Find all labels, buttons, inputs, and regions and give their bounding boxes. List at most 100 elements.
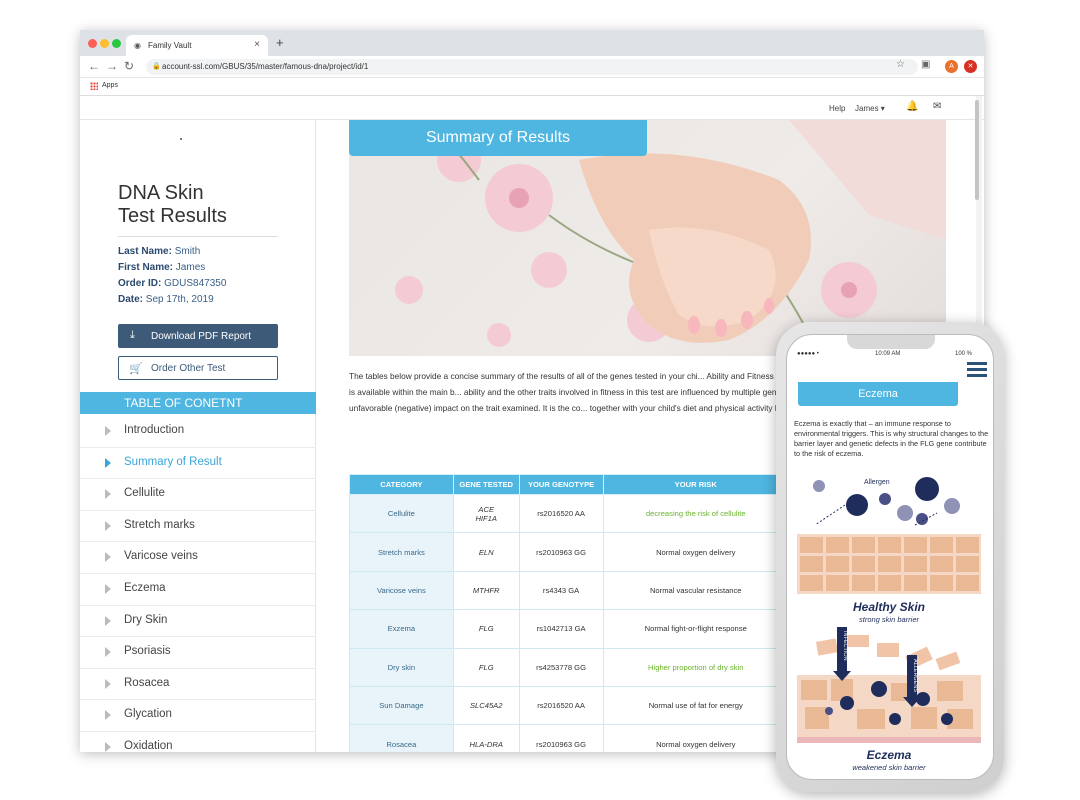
skin-cell [800,575,823,591]
last-name-label: Last Name: [118,246,172,257]
table-row: Cellulite ACE HIF1A rs2016520 AA decreasing… [349,493,789,534]
results-table: CATEGORY GENE TESTED YOUR GENOTYPE YOUR … [349,474,789,752]
apps-grid-icon[interactable] [90,82,98,90]
order-id-value: GDUS847350 [164,278,227,289]
toc-item-label: Introduction [124,424,185,436]
address-bar[interactable]: 🔒 account-ssl.com/GBUS/35/master/famous-… [146,59,918,75]
scroll-thumb[interactable] [975,100,979,200]
tab-bar: ◉ Family Vault × + [80,30,984,56]
bell-icon[interactable]: 🔔 [906,101,918,112]
order-id-row: Order ID: GDUS847350 [118,278,226,289]
caret-right-icon [105,552,111,563]
maximize-window-button[interactable] [112,39,121,48]
risk-cell: Normal fight-or-flight response [602,609,789,649]
mail-icon[interactable]: ✉ [933,101,941,112]
toc-item[interactable]: Cellulite [80,479,316,511]
toc-item[interactable]: Oxidation [80,732,316,752]
table-row: Sun Damage SLC45A2 rs2016520 AA Normal use … [349,685,789,726]
close-window-button[interactable] [88,39,97,48]
user-menu[interactable]: James ▾ [855,104,885,113]
caret-right-icon [105,710,111,721]
header-gene: GENE TESTED [452,474,520,495]
skin-cell [956,537,979,553]
first-name-row: First Name: James [118,262,205,273]
date-label: Date: [118,294,144,305]
back-icon[interactable]: ← [88,59,100,73]
toc-item-label: Stretch marks [124,518,195,531]
caret-right-icon [105,741,111,752]
skin-cell [956,575,979,591]
toc-item[interactable]: Psoriasis [80,637,316,669]
last-name-value: Smith [174,246,201,257]
toc-item[interactable]: Rosacea [80,669,316,701]
toc-item[interactable]: Glycation [80,700,316,732]
site-header: Help James ▾ 🔔 ✉ [80,96,984,120]
skin-cell [826,575,849,591]
eczema-heading: Eczema [798,382,958,406]
forward-icon[interactable]: → [106,59,118,73]
logo-dot [180,138,182,140]
toc-item-label: Oxidation [124,739,173,752]
caret-right-icon [105,615,111,626]
signal-icon: ●●●●● • [797,351,819,357]
first-name-value: James [175,262,206,273]
tab-title: Family Vault [148,41,192,50]
sidebar: DNA Skin Test Results Last Name: Smith F… [80,120,316,752]
risk-cell: decreasing the risk of cellulite [602,493,789,534]
gene-cell: SLC45A2 [452,685,520,726]
skin-cell [930,575,953,591]
toc-item-label: Summary of Result [124,455,222,468]
category-cell: Dry skin [349,647,454,687]
star-icon[interactable]: ☆ [896,59,905,70]
skin-cell [800,556,823,572]
order-id-label: Order ID: [118,278,162,289]
genotype-cell: rs2010963 GG [518,724,604,752]
toc-item-label: Psoriasis [124,645,171,658]
toc-list: Introduction Summary of Result Cellulite St… [80,416,316,752]
download-icon: ⤓ [130,329,135,341]
camera-icon[interactable]: ▣ [921,59,930,70]
lock-icon: 🔒 [152,63,161,70]
help-link[interactable]: Help [829,104,845,113]
hamburger-menu-icon[interactable] [967,362,987,380]
extension-b-icon[interactable]: ✕ [964,60,977,73]
download-pdf-button[interactable]: ⤓ Download PDF Report [118,324,278,348]
browser-tab[interactable]: ◉ Family Vault × [126,35,268,56]
gene-cell: MTHFR [452,570,520,611]
skin-cell [904,575,927,591]
toc-item-label: Varicose veins [124,550,198,563]
minimize-window-button[interactable] [100,39,109,48]
phone-time: 10:09 AM [875,351,901,357]
extension-a-icon[interactable]: A [945,60,958,73]
toc-item[interactable]: Eczema [80,574,316,606]
category-cell: Cellulite [349,493,454,534]
risk-cell: Normal oxygen delivery [602,532,789,572]
toc-item-label: Eczema [124,581,166,594]
order-other-test-button[interactable]: 🛒 Order Other Test [118,356,278,380]
table-row: Dry skin FLG rs4253778 GG Higher proportion… [349,647,789,687]
toc-item[interactable]: Summary of Result [80,448,316,480]
category-cell: Rosacea [349,724,454,752]
toc-item[interactable]: Introduction [80,416,316,448]
healthy-skin-subtitle: strong skin barrier [859,615,920,624]
skin-cell [904,537,927,553]
caret-right-icon [105,520,111,531]
toc-item[interactable]: Varicose veins [80,542,316,574]
bookmarks-bar: Apps [80,78,984,96]
download-pdf-label: Download PDF Report [151,331,252,342]
gene-cell: ELN [452,532,520,572]
toc-item[interactable]: Dry Skin [80,606,316,638]
report-title-line2: Test Results [118,205,227,227]
toc-item[interactable]: Stretch marks [80,511,316,543]
new-tab-icon[interactable]: + [276,35,284,50]
header-risk: YOUR RISK [602,474,789,495]
skin-barrier-diagram: Allergen Healthy Skin strong skin barrie… [797,477,981,772]
skin-cell [878,556,901,572]
report-title-line1: DNA Skin [118,182,204,204]
apps-bookmark[interactable]: Apps [102,82,118,89]
skin-cell [878,537,901,553]
reload-icon[interactable]: ↻ [124,59,134,73]
phone-screen: ●●●●● • 10:09 AM 100 % Eczema Eczema is … [786,334,994,780]
close-tab-icon[interactable]: × [254,39,260,50]
header-genotype: YOUR GENOTYPE [518,474,604,495]
